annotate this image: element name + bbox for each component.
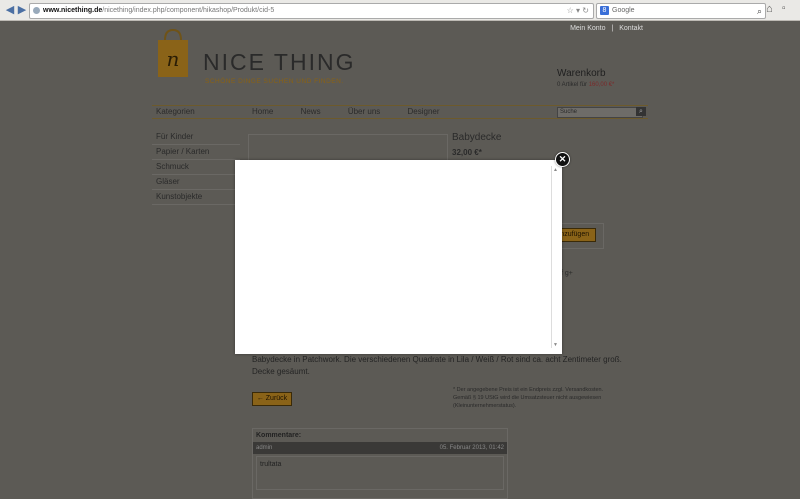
comment-date: 05. Februar 2013, 01:42 [439,445,504,451]
comments-section: Kommentare: admin 05. Februar 2013, 01:4… [252,428,508,499]
address-bar[interactable]: www.nicething.de/nicething/index.php/com… [29,3,594,19]
browser-toolbar: ◀ ▶ www.nicething.de/nicething/index.php… [0,0,800,21]
modal-dialog[interactable]: ▲ ▼ [235,160,562,354]
site-tagline: SCHÖNE DINGE SUCHEN UND FINDEN. [205,78,344,85]
comment-meta: admin 05. Februar 2013, 01:42 [253,442,507,454]
category-item[interactable]: Gläser [152,175,240,190]
category-item[interactable]: Für Kinder [152,130,240,145]
product-title: Babydecke [452,132,502,143]
logo-letter: n [167,47,180,71]
nav-news[interactable]: News [301,107,321,116]
dropdown-arrow-icon[interactable]: ▾ [576,6,580,15]
url-domain: www.nicething.de [43,7,103,14]
modal-scrollbar[interactable] [551,166,559,348]
cart-summary[interactable]: 0 Artikel für 160,00 €* [557,82,614,88]
nav-about[interactable]: Über uns [348,107,380,116]
cart-title[interactable]: Warenkorb [557,68,606,79]
share-buttons[interactable]: f g+ [561,270,573,277]
contact-link[interactable]: Kontakt [619,25,643,32]
top-nav: Mein Konto | Kontakt [566,25,643,32]
main-menu: Home News Über uns Designer [252,106,465,118]
search-icon[interactable]: ⌕ [636,107,646,116]
topnav-separator: | [611,25,614,32]
home-icon[interactable]: ⌂ [766,3,773,15]
close-icon[interactable]: ✕ [555,152,570,167]
scroll-down-icon[interactable]: ▼ [553,342,558,348]
product-price: 32,00 €* [452,148,482,157]
url-path: /nicething/index.php/component/hikashop/… [102,7,275,14]
main-navbar: Kategorien Home News Über uns Designer S… [152,105,648,119]
category-list: Für Kinder Papier / Karten Schmuck Gläse… [152,130,240,205]
cart-price: 160,00 €* [588,82,615,88]
comment-author: admin [256,445,273,451]
category-item[interactable]: Kunstobjekte [152,190,240,205]
site-title[interactable]: NICE THING [203,49,355,76]
forward-arrow-icon[interactable]: ▶ [15,3,29,17]
category-item[interactable]: Schmuck [152,160,240,175]
comments-heading: Kommentare: [256,432,302,439]
search-engine-label: Google [612,7,635,14]
product-description: Babydecke in Patchwork. Die verschiedene… [252,355,622,376]
shopping-bag-logo-icon[interactable]: n [157,28,189,78]
browser-search-bar[interactable]: 8 Google ⌕ [596,3,766,19]
site-search-input[interactable]: Suche [557,107,643,118]
google-logo-icon: 8 [600,6,609,15]
menu-icon[interactable]: ▫ [782,3,786,14]
nav-home[interactable]: Home [252,107,273,116]
search-icon[interactable]: ⌕ [757,4,762,18]
reload-icon[interactable]: ↻ [582,6,589,15]
site-identity-icon [33,6,40,14]
categories-heading: Kategorien [156,107,195,116]
scroll-up-icon[interactable]: ▲ [553,167,558,173]
my-account-link[interactable]: Mein Konto [570,25,605,32]
comment-text: trultata [256,456,504,490]
nav-designer[interactable]: Designer [408,107,440,116]
url-actions: ☆ ▾ ↻ [567,4,589,18]
bookmark-star-icon[interactable]: ☆ [567,6,574,15]
price-note: * Der angegebene Preis ist ein Endpreis … [453,387,604,409]
cart-item-count: 0 Artikel für [557,82,588,88]
category-item[interactable]: Papier / Karten [152,145,240,160]
back-button[interactable]: ← Zurück [252,392,292,406]
